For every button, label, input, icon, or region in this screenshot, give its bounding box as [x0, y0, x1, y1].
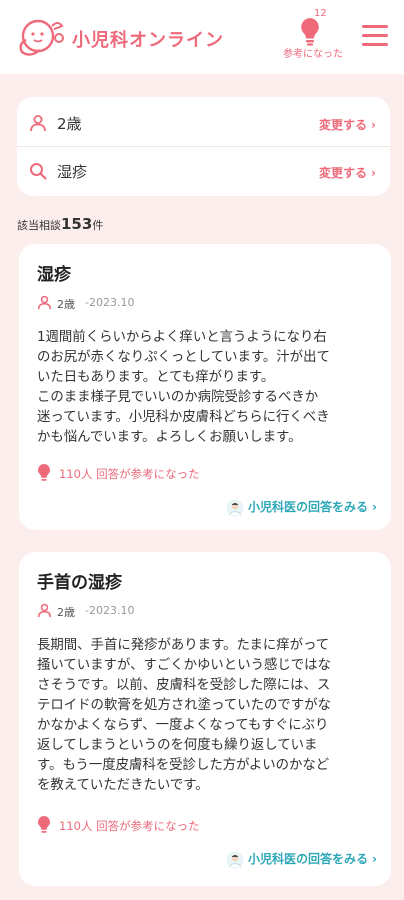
keyword-condition-row[interactable]: 湿疹 変更する ›: [17, 146, 390, 194]
hamburger-menu-icon[interactable]: [362, 25, 388, 47]
helpful-count-badge: 12: [314, 8, 327, 19]
card-body: 1週間前くらいからよく痒いと言うようになり右 のお尻が赤くなりぷくっとしています…: [37, 330, 330, 445]
consultation-card[interactable]: 湿疹 2歳 -2023.10 1週間前くらいからよく痒いと言うようになり右 のお…: [19, 244, 391, 530]
person-icon: [37, 295, 52, 310]
doctor-avatar-icon: [226, 851, 244, 868]
chevron-right-icon: ›: [371, 118, 376, 132]
view-doctor-answer-link[interactable]: 小児科医の回答をみる ›: [226, 850, 377, 870]
age-condition-row[interactable]: 2歳 変更する ›: [17, 99, 390, 147]
card-date: -2023.10: [85, 604, 135, 617]
card-age: 2歳: [57, 606, 75, 619]
keyword-value: 湿疹: [57, 163, 88, 181]
lightbulb-icon: [301, 18, 319, 46]
doctor-avatar-icon: [226, 499, 244, 516]
baby-logo-icon[interactable]: [16, 12, 72, 62]
keyword-change-link[interactable]: 変更する ›: [319, 164, 376, 181]
chevron-right-icon: ›: [372, 500, 377, 514]
card-age: 2歳: [57, 298, 75, 311]
card-title: 手首の湿疹: [37, 573, 122, 593]
search-conditions-card: 2歳 変更する › 湿疹 変更する ›: [17, 97, 390, 196]
helpful-button[interactable]: 12 参考になった: [276, 8, 350, 64]
age-value: 2歳: [57, 115, 82, 133]
person-icon: [37, 603, 52, 618]
card-date: -2023.10: [85, 296, 135, 309]
chevron-right-icon: ›: [371, 166, 376, 180]
card-title: 湿疹: [37, 265, 71, 285]
age-change-link[interactable]: 変更する ›: [319, 116, 376, 133]
lightbulb-icon: [38, 464, 50, 481]
app-header: 小児科オンライン 12 参考になった: [0, 0, 404, 74]
result-count: 該当相談153件: [17, 215, 104, 233]
consultation-card[interactable]: 手首の湿疹 2歳 -2023.10 長期間、手首に発疹があります。たまに痒がって…: [19, 552, 391, 886]
chevron-right-icon: ›: [372, 852, 377, 866]
view-doctor-answer-link[interactable]: 小児科医の回答をみる ›: [226, 498, 377, 518]
person-icon: [30, 115, 46, 132]
card-body: 長期間、手首に発疹があります。たまに痒がって 掻いていますが、すごくかゆいという…: [37, 638, 331, 793]
helpful-label: 参考になった: [283, 49, 343, 60]
result-count-number: 153: [61, 215, 93, 233]
logo-text: 小児科オンライン: [72, 30, 224, 51]
search-icon: [30, 163, 47, 180]
lightbulb-icon: [38, 816, 50, 833]
